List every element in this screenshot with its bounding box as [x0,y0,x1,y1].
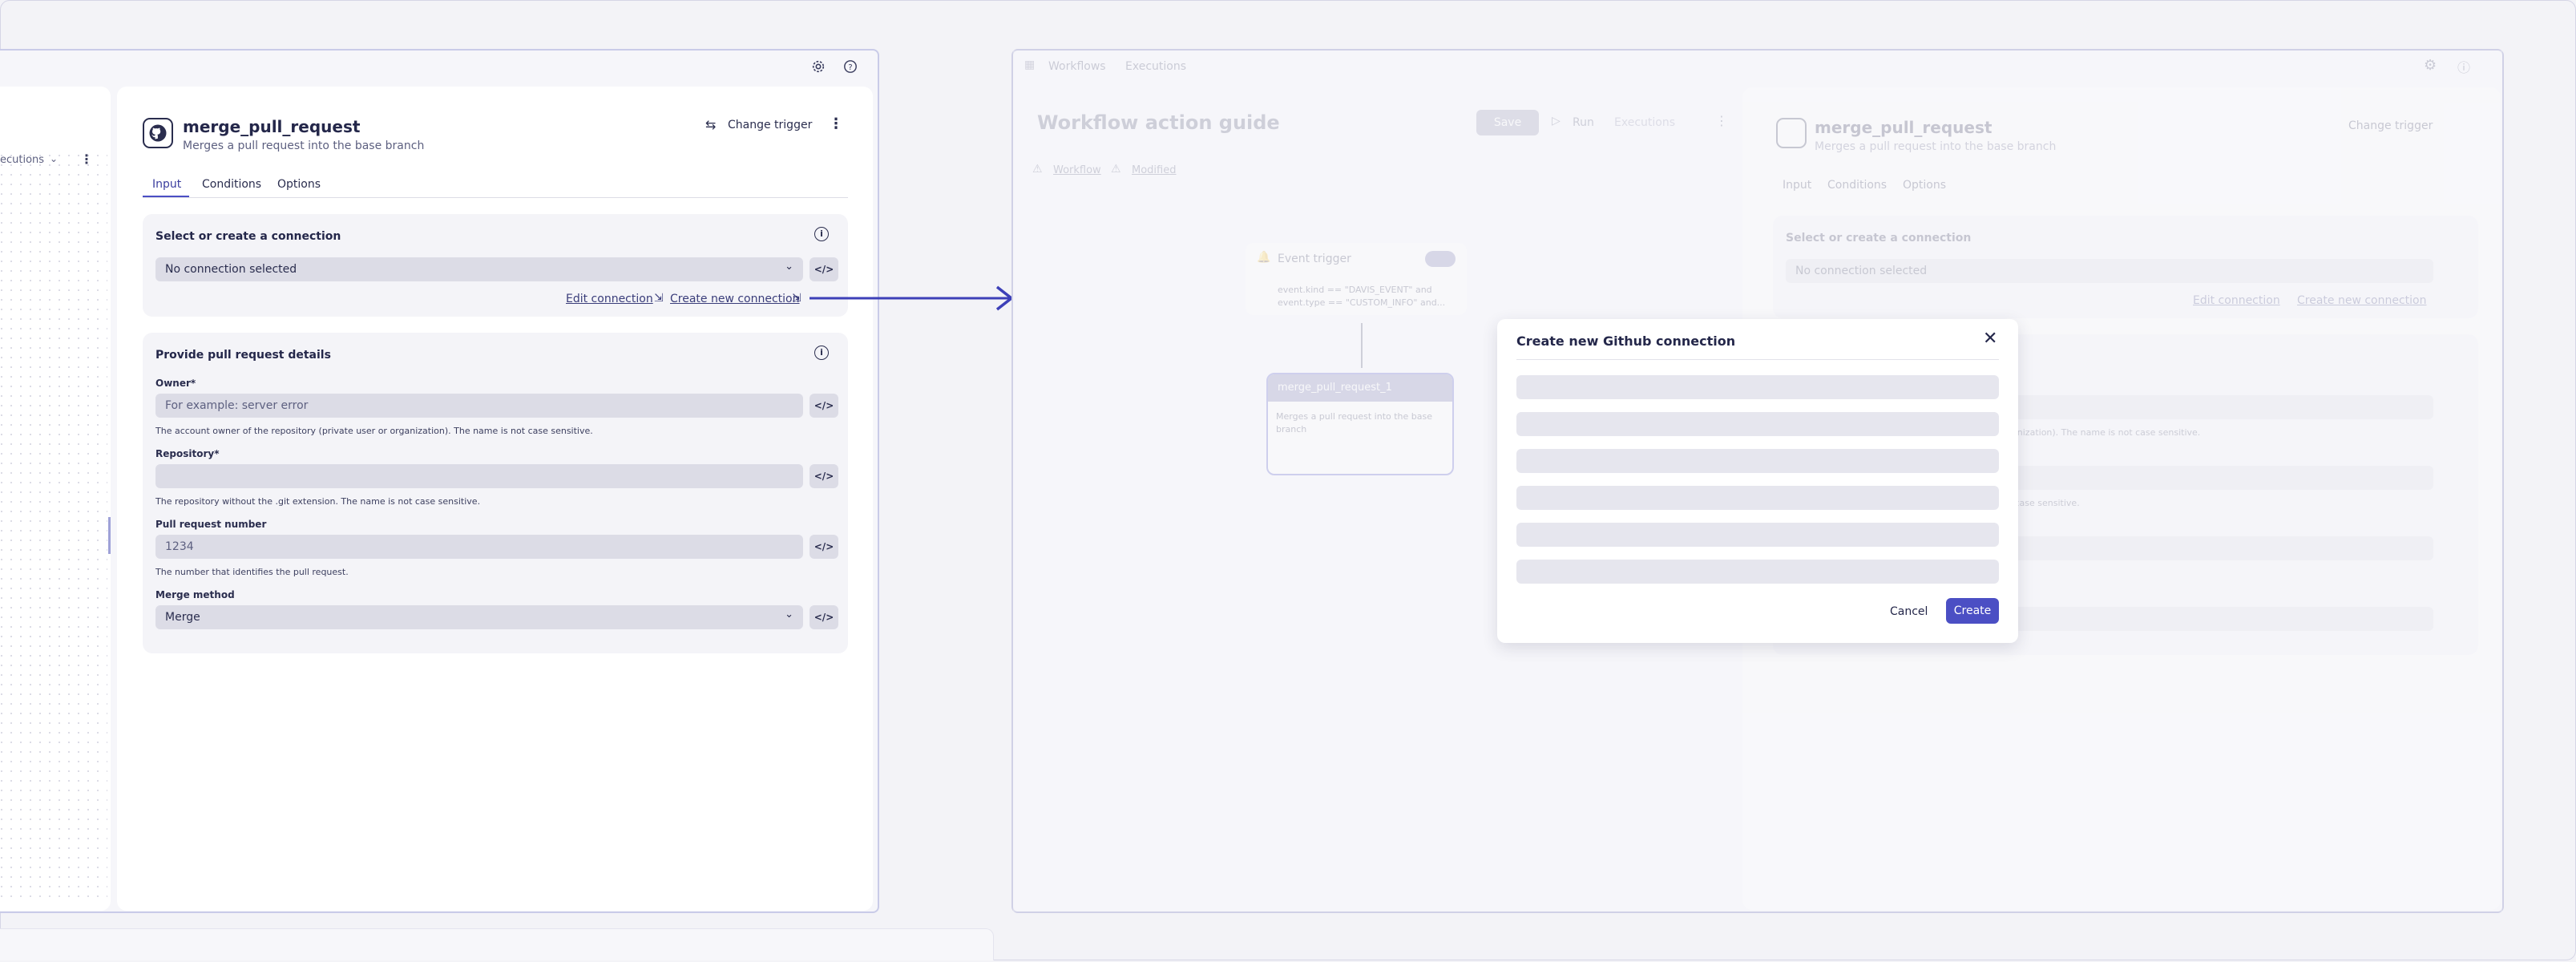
code-toggle-button[interactable]: </> [810,535,838,559]
form-skeleton-row [1516,375,1999,399]
close-icon[interactable]: ✕ [1983,329,1997,349]
connection-section: Select or create a connection i No conne… [143,214,848,317]
pull-request-number-help-text: The number that identifies the pull requ… [155,567,349,577]
owner-help-text: The account owner of the repository (pri… [155,426,593,436]
info-icon[interactable]: i [814,227,829,241]
tabs-divider [143,197,848,198]
code-toggle-button[interactable]: </> [810,464,838,488]
form-skeleton-row [1516,412,1999,436]
executions-tab-partial[interactable]: ecutions [0,154,44,166]
pull-request-number-input[interactable]: 1234 [155,535,803,559]
help-icon[interactable]: ? [842,58,859,75]
owner-input[interactable]: For example: server error [155,394,803,418]
code-icon: </> [814,400,834,411]
create-connection-link[interactable]: Create new connection [670,293,800,305]
connection-select-value: No connection selected [165,263,297,276]
info-icon[interactable]: i [814,346,829,360]
workflow-canvas-strip: ecutions ⌄ ⋮ [0,87,111,911]
edit-connection-link[interactable]: Edit connection [566,293,653,305]
tab-input[interactable]: Input [152,178,181,191]
code-toggle-button[interactable]: </> [810,257,838,281]
action-subtitle: Merges a pull request into the base bran… [183,139,425,152]
chevron-down-icon: ⌄ [785,608,793,620]
action-title: merge_pull_request [183,117,361,136]
repository-label: Repository* [155,448,220,459]
tab-options[interactable]: Options [277,178,321,191]
cancel-button[interactable]: Cancel [1890,605,1928,618]
form-skeleton-row [1516,523,1999,547]
form-skeleton-row [1516,486,1999,510]
code-icon: </> [814,612,834,623]
form-skeleton-row [1516,560,1999,584]
details-section-title: Provide pull request details [155,349,331,362]
code-toggle-button[interactable]: </> [810,605,838,629]
form-skeleton-row [1516,449,1999,473]
connection-section-title: Select or create a connection [155,230,341,243]
resize-handle[interactable] [108,517,111,554]
connection-select[interactable]: No connection selected ⌄ [155,257,803,281]
swap-arrows-icon: ⇆ [705,117,717,132]
code-toggle-button[interactable]: </> [810,394,838,418]
bottom-status-strip [0,928,994,960]
github-logo-icon [143,118,173,148]
pull-request-number-label: Pull request number [155,519,267,530]
tab-conditions[interactable]: Conditions [202,178,261,191]
modal-title: Create new Github connection [1516,333,1736,349]
settings-icon[interactable] [810,58,827,75]
merge-method-value: Merge [165,611,200,624]
action-config-panel: merge_pull_request Merges a pull request… [117,87,873,911]
more-vertical-icon[interactable]: ⋮ [829,115,843,132]
code-icon: </> [814,264,834,275]
merge-method-label: Merge method [155,589,235,600]
external-link-icon: ⇲ [792,292,801,305]
left-app-window: ? ecutions ⌄ ⋮ merge_pull_request Merges… [0,49,879,913]
owner-label: Owner* [155,378,196,389]
repository-help-text: The repository without the .git extensio… [155,496,481,507]
repository-input[interactable] [155,464,803,488]
flow-arrow [810,285,1013,311]
svg-text:?: ? [848,63,852,72]
create-connection-modal: Create new Github connection ✕ Cancel Cr… [1497,319,2018,643]
change-trigger-button[interactable]: Change trigger [728,119,812,131]
canvas-dot-grid [0,151,107,904]
pull-request-details-section: Provide pull request details i Owner* Fo… [143,333,848,653]
create-button[interactable]: Create [1946,598,1999,624]
create-label: Create [1953,604,1992,617]
code-icon: </> [814,471,834,482]
chevron-down-icon[interactable]: ⌄ [50,153,58,164]
code-icon: </> [814,541,834,552]
pull-request-number-placeholder: 1234 [165,540,194,553]
modal-title-divider [1516,359,1999,360]
merge-method-select[interactable]: Merge ⌄ [155,605,803,629]
owner-placeholder: For example: server error [165,399,309,412]
external-link-icon: ⇲ [654,292,664,305]
chevron-down-icon: ⌄ [785,261,793,273]
more-vertical-icon[interactable]: ⋮ [80,152,93,167]
